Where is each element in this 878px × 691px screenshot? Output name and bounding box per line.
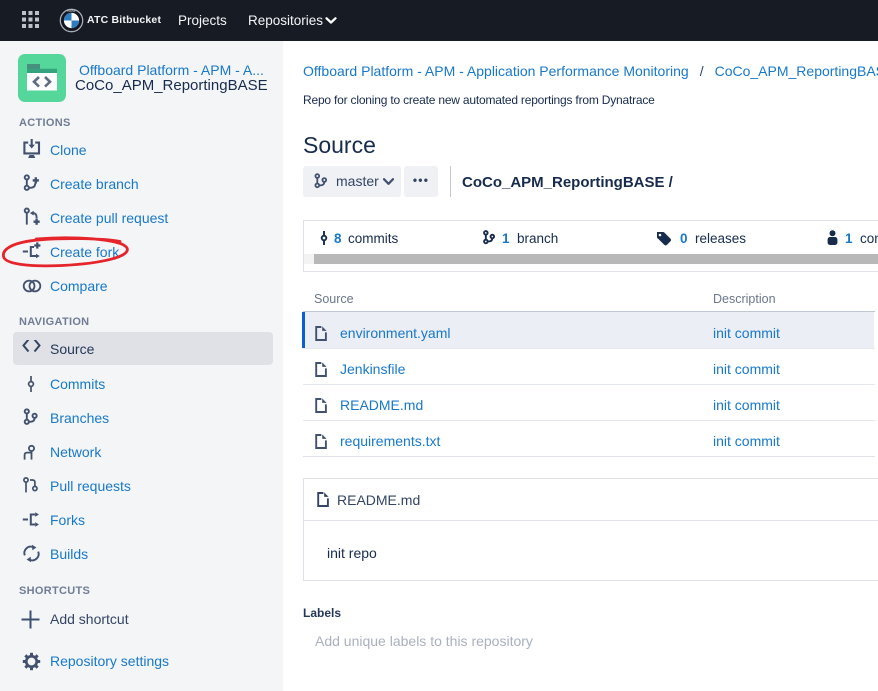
svg-text:BMW: BMW [67,9,76,13]
